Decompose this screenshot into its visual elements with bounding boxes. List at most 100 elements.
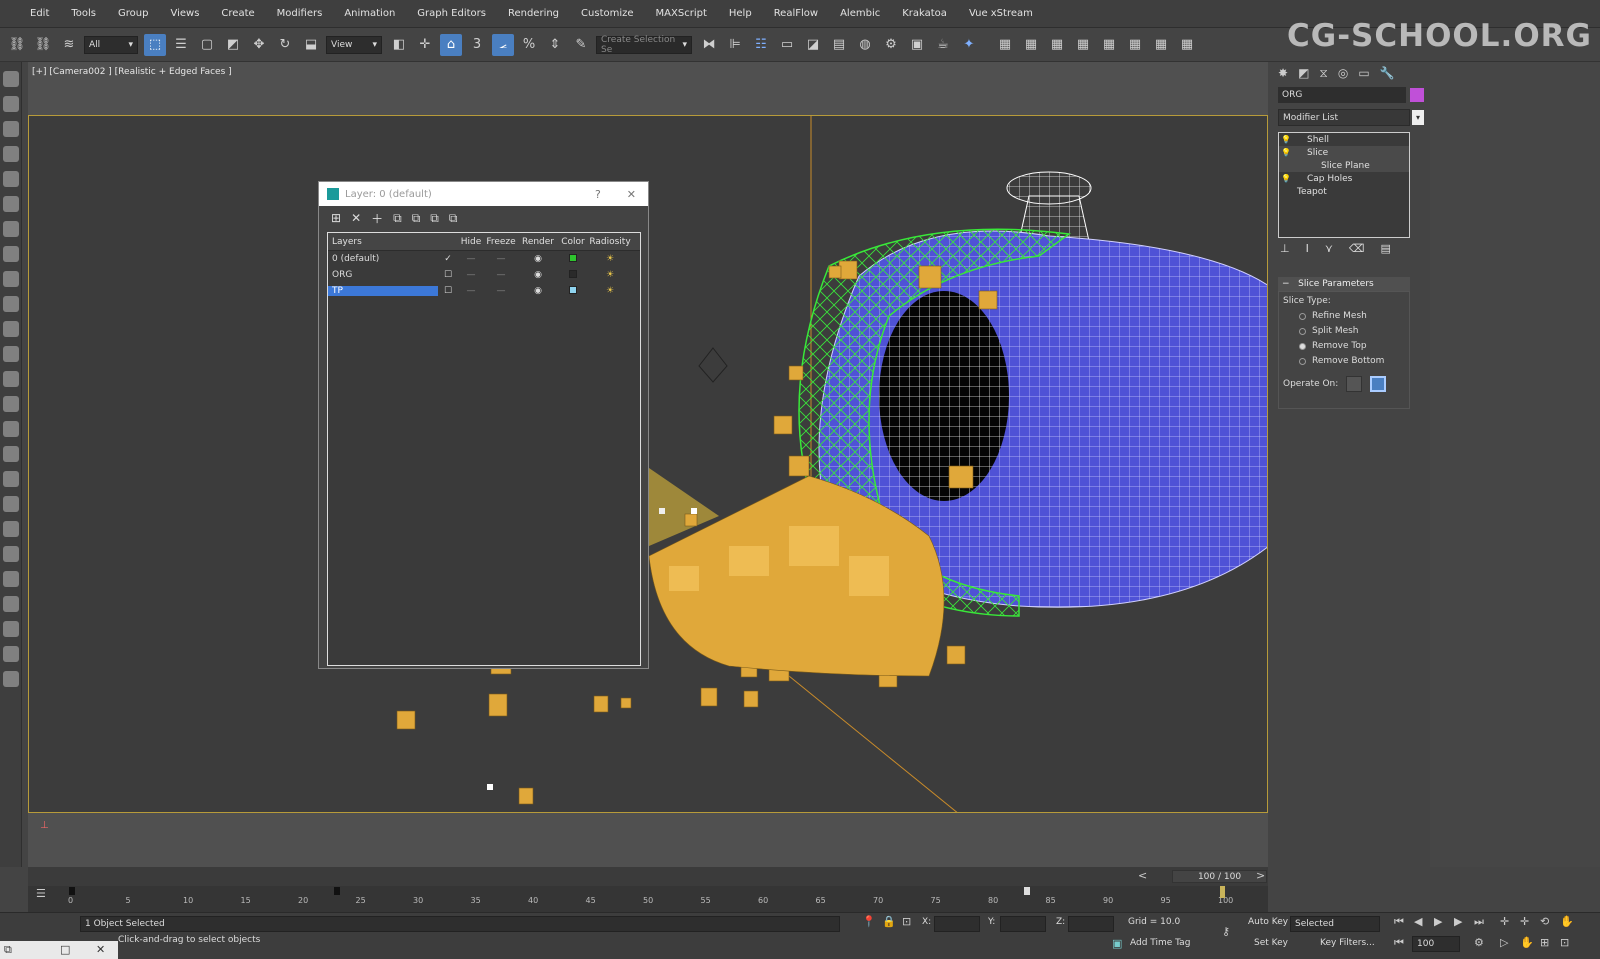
menu-animation[interactable]: Animation	[344, 8, 395, 19]
help-icon[interactable]	[3, 671, 19, 687]
material-editor-icon[interactable]: ◍	[854, 34, 876, 56]
key-mode-toggle-icon[interactable]: ⏮	[1394, 936, 1404, 950]
render-toggle[interactable]: ◉	[518, 254, 558, 264]
hide-toggle[interactable]: —	[458, 254, 484, 264]
radio-remove-bottom[interactable]: Remove Bottom	[1299, 356, 1409, 366]
time-slider[interactable]: < 100 / 100 >	[28, 867, 1268, 886]
hide-all-icon[interactable]: ⧉	[430, 211, 439, 226]
timeline-key[interactable]	[333, 887, 340, 895]
ref-coord-dropdown[interactable]: View ▾	[326, 35, 382, 54]
current-frame-field[interactable]: 100	[1412, 936, 1460, 952]
unlink-icon[interactable]: ⛓	[32, 34, 54, 56]
grid-icon[interactable]	[3, 146, 19, 162]
render-setup-icon[interactable]: ⚙	[880, 34, 902, 56]
particle-icon[interactable]	[3, 196, 19, 212]
move-icon[interactable]: ✥	[248, 34, 270, 56]
radio-split-mesh[interactable]: Split Mesh	[1299, 326, 1409, 336]
ribbon-icon[interactable]: ▭	[776, 34, 798, 56]
object-color-swatch[interactable]	[1410, 88, 1424, 102]
lock-icon[interactable]: 🔒	[882, 915, 896, 928]
gear-icon[interactable]	[3, 596, 19, 612]
schematic-view-icon[interactable]: ▤	[828, 34, 850, 56]
hide-toggle[interactable]: —	[458, 286, 484, 296]
stack-item-slice[interactable]: 💡 Slice	[1279, 146, 1409, 159]
dialog-titlebar[interactable]: Layer: 0 (default) ? ✕	[319, 182, 648, 206]
freeze-toggle[interactable]: —	[484, 270, 518, 280]
pivot-icon[interactable]: ◧	[388, 34, 410, 56]
stack-item-slice-plane[interactable]: Slice Plane	[1279, 159, 1409, 172]
plugin-tool-4-icon[interactable]: ▦	[1072, 34, 1094, 56]
bulb-icon[interactable]: 💡	[1279, 148, 1293, 157]
menu-graph-editors[interactable]: Graph Editors	[417, 8, 486, 19]
prev-key-icon[interactable]: ◀	[1414, 915, 1422, 928]
track-bar[interactable]: ☰ 0 5 10 15 20 25 30 35 40 45 50 55 60 65 70 75 80 85 90 95…	[28, 886, 1268, 912]
angle-snap-icon[interactable]: ⦟	[492, 33, 514, 56]
ball-icon[interactable]	[3, 421, 19, 437]
film-icon[interactable]	[3, 246, 19, 262]
plugin-tool-8-icon[interactable]: ▦	[1176, 34, 1198, 56]
col-layers[interactable]: Layers	[328, 237, 438, 247]
key-icon[interactable]: ⚷	[1222, 925, 1230, 938]
app-taskbar-icon[interactable]: ⧉	[4, 943, 12, 957]
modifier-list-dropdown[interactable]: Modifier List	[1278, 109, 1410, 126]
plugin-tool-6-icon[interactable]: ▦	[1124, 34, 1146, 56]
time-config-icon[interactable]: ⚙	[1474, 936, 1484, 949]
menu-krakatoa[interactable]: Krakatoa	[902, 8, 947, 19]
render-iterative-icon[interactable]: ✦	[958, 34, 980, 56]
hierarchy-tab-icon[interactable]: ⧖	[1319, 66, 1327, 81]
helper-octahedron[interactable]	[698, 347, 728, 383]
maximize-icon[interactable]: ⊞	[1540, 936, 1549, 949]
menu-maxscript[interactable]: MAXScript	[656, 8, 707, 19]
selection-filter-dropdown[interactable]: All ▾	[84, 35, 138, 54]
viewport-label[interactable]: [+] [Camera002 ] [Realistic + Edged Face…	[32, 67, 232, 77]
add-to-layer-icon[interactable]: ＋	[371, 210, 383, 227]
auto-key-button[interactable]: Auto Key	[1248, 917, 1288, 927]
close-icon[interactable]: ✕	[96, 943, 105, 956]
rect-region-icon[interactable]: ▢	[196, 34, 218, 56]
orbit-icon[interactable]: ⟲	[1540, 915, 1549, 928]
x-coord-field[interactable]	[934, 916, 980, 932]
render-icon[interactable]: ☕	[932, 34, 954, 56]
calc-icon[interactable]	[3, 646, 19, 662]
walk-icon[interactable]: ✋	[1520, 936, 1534, 949]
object-name-field[interactable]: ORG	[1278, 87, 1406, 103]
create-tab-icon[interactable]: ✸	[1278, 66, 1288, 80]
bind-icon[interactable]: ≋	[58, 34, 80, 56]
menu-alembic[interactable]: Alembic	[840, 8, 880, 19]
scale-icon[interactable]: ⬓	[300, 34, 322, 56]
menu-create[interactable]: Create	[221, 8, 254, 19]
light-icon[interactable]	[3, 171, 19, 187]
highlight-layer-icon[interactable]: ⧉	[412, 211, 421, 226]
menu-vue-xstream[interactable]: Vue xStream	[969, 8, 1033, 19]
layer-row[interactable]: ORG ☐ — — ◉ ☀	[328, 267, 640, 283]
chevron-down-icon[interactable]: ▾	[1412, 110, 1424, 125]
pan-icon[interactable]: ✋	[1560, 915, 1574, 928]
plugin-tool-2-icon[interactable]: ▦	[1020, 34, 1042, 56]
select-by-name-icon[interactable]: ☰	[170, 34, 192, 56]
named-selection-dropdown[interactable]: Create Selection Se ▾	[596, 35, 692, 55]
sphere-icon[interactable]	[3, 321, 19, 337]
next-key-icon[interactable]: ▶	[1454, 915, 1462, 928]
absolute-mode-icon[interactable]: ⊡	[902, 915, 911, 928]
col-hide[interactable]: Hide	[458, 237, 484, 247]
rollout-header[interactable]: − Slice Parameters	[1278, 277, 1410, 291]
zoom-icon[interactable]: ✛	[1500, 915, 1509, 928]
pin-stack-icon[interactable]: ⊥	[1280, 242, 1290, 255]
menu-edit[interactable]: Edit	[30, 8, 49, 19]
menu-rendering[interactable]: Rendering	[508, 8, 559, 19]
select-icon[interactable]: ⬚	[144, 33, 166, 56]
timeline-key[interactable]	[1023, 887, 1030, 895]
y-coord-field[interactable]	[1000, 916, 1046, 932]
layer-row[interactable]: TP ☐ — — ◉ ☀	[328, 283, 640, 299]
modify-tab-icon[interactable]: ◩	[1298, 66, 1309, 80]
list-icon[interactable]	[3, 121, 19, 137]
dome-icon[interactable]	[3, 296, 19, 312]
window-crossing-icon[interactable]: ◩	[222, 34, 244, 56]
col-freeze[interactable]: Freeze	[484, 237, 518, 247]
tube-icon[interactable]	[3, 471, 19, 487]
plugin-tool-3-icon[interactable]: ▦	[1046, 34, 1068, 56]
current-check[interactable]: ☐	[438, 286, 458, 296]
bowl-icon[interactable]	[3, 346, 19, 362]
box-icon[interactable]	[3, 271, 19, 287]
radiosity-toggle[interactable]: ☀	[588, 254, 632, 264]
